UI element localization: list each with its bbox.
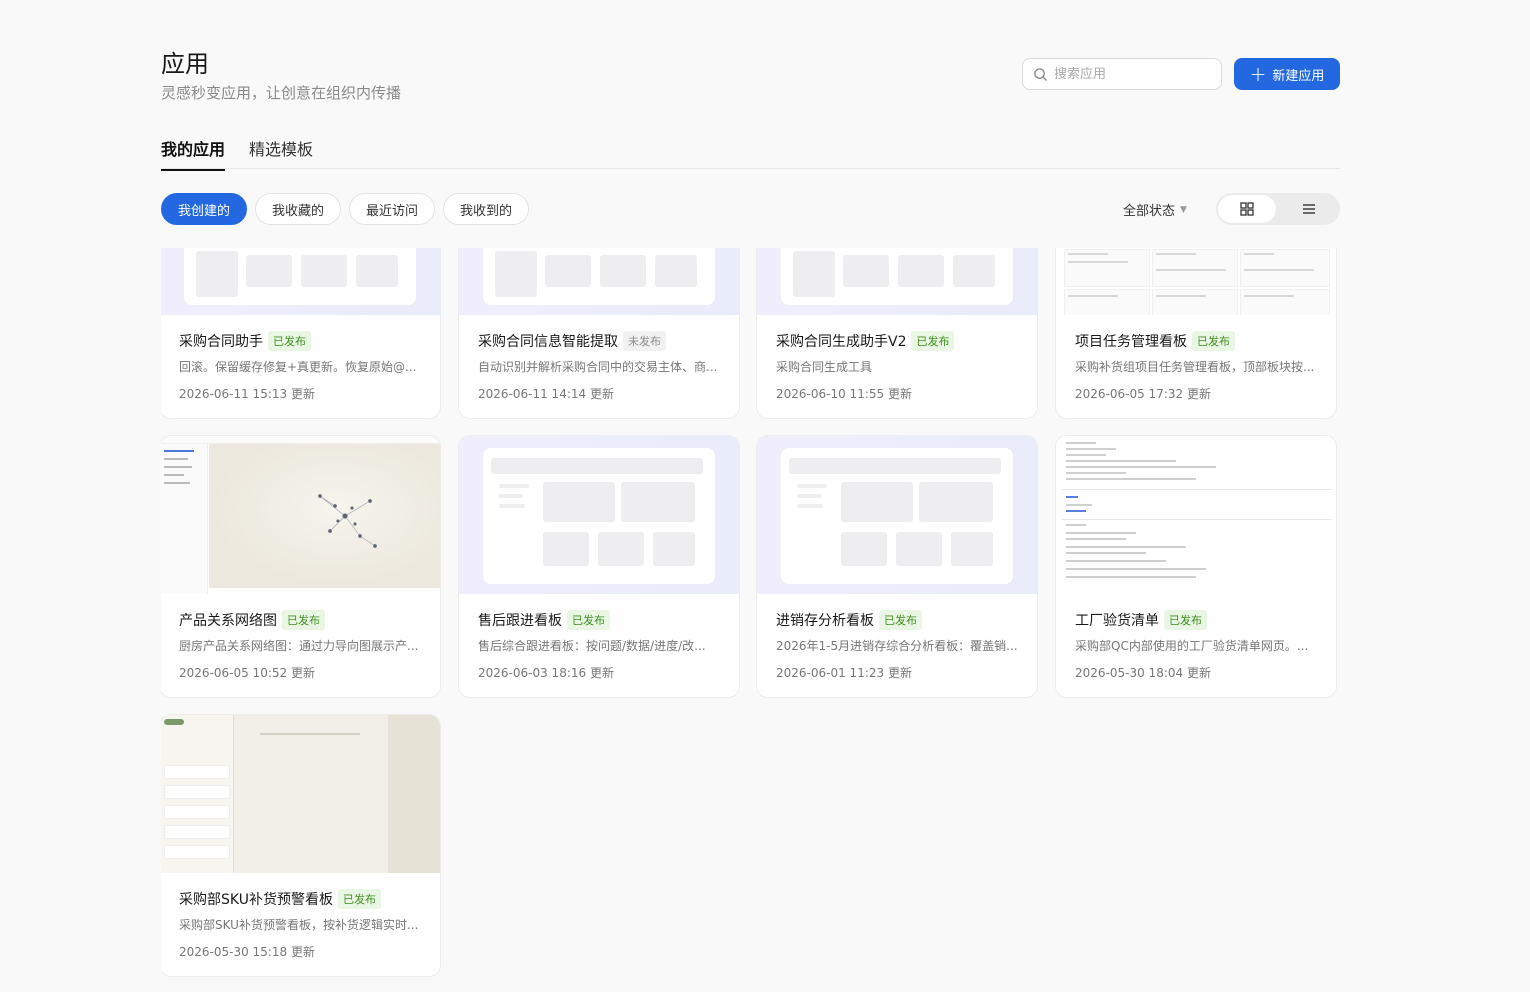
app-card[interactable]: 进销存分析看板 已发布 2026年1-5月进销存综合分析看板：覆盖销... 20… (756, 435, 1038, 698)
status-dropdown-label: 全部状态 (1123, 204, 1176, 219)
app-description: 采购部QC内部使用的工厂验货清单网页。... (1075, 639, 1309, 653)
app-thumbnail (459, 248, 739, 315)
app-thumbnail (1056, 248, 1336, 315)
chevron-down-icon: ▼ (1180, 204, 1187, 215)
view-toggle (1216, 193, 1340, 225)
page-subtitle: 灵感秒变应用，让创意在组织内传播 (161, 84, 402, 102)
app-updated-time: 2026-06-05 17:32 更新 (1075, 387, 1211, 401)
app-thumbnail (757, 436, 1037, 594)
app-thumbnail (757, 248, 1037, 315)
status-badge: 已发布 (1164, 610, 1207, 630)
app-card[interactable]: 采购合同信息智能提取 未发布 自动识别并解析采购合同中的交易主体、商... 20… (458, 248, 740, 419)
app-updated-time: 2026-06-03 18:16 更新 (478, 666, 614, 680)
status-badge: 已发布 (567, 610, 610, 630)
filter-recent[interactable]: 最近访问 (349, 193, 436, 225)
app-name: 采购合同助手 (179, 334, 263, 350)
app-thumbnail (161, 248, 440, 315)
app-updated-time: 2026-06-11 14:14 更新 (478, 387, 614, 401)
plus-icon: + (1249, 62, 1267, 86)
status-badge: 已发布 (282, 610, 325, 630)
app-description: 采购补货组项目任务管理看板，顶部板块按... (1075, 360, 1315, 374)
tab-featured-templates[interactable]: 精选模板 (249, 136, 313, 169)
filter-created-by-me[interactable]: 我创建的 (161, 193, 248, 225)
app-card[interactable]: 采购合同助手 已发布 回滚。保留缓存修复+真更新。恢复原始@... 2026-0… (161, 248, 441, 419)
list-view-button[interactable] (1280, 195, 1338, 223)
app-name: 采购合同信息智能提取 (478, 334, 618, 350)
app-name: 采购部SKU补货预警看板 (179, 892, 333, 908)
grid-view-button[interactable] (1218, 195, 1276, 223)
search-icon (1034, 67, 1047, 81)
filter-received[interactable]: 我收到的 (443, 193, 530, 225)
status-badge: 未发布 (623, 331, 666, 351)
app-card[interactable]: 售后跟进看板 已发布 售后综合跟进看板：按问题/数据/进度/改... 2026-… (458, 435, 740, 698)
status-badge: 已发布 (268, 331, 311, 351)
list-icon (1303, 204, 1315, 214)
app-grid: 采购合同助手 已发布 回滚。保留缓存修复+真更新。恢复原始@... 2026-0… (161, 248, 1340, 992)
app-name: 采购合同生成助手V2 (776, 334, 907, 350)
app-description: 回滚。保留缓存修复+真更新。恢复原始@... (179, 360, 417, 374)
filter-chips: 我创建的 我收藏的 最近访问 我收到的 (161, 193, 530, 225)
status-badge: 已发布 (911, 331, 955, 351)
status-dropdown[interactable]: 全部状态 ▼ (1123, 200, 1187, 219)
new-app-label: 新建应用 (1272, 68, 1325, 84)
app-card[interactable]: 采购合同生成助手V2 已发布 采购合同生成工具 2026-06-10 11:55… (756, 248, 1038, 419)
app-updated-time: 2026-06-01 11:23 更新 (776, 666, 912, 680)
app-name: 售后跟进看板 (478, 613, 562, 629)
app-description: 采购部SKU补货预警看板，按补货逻辑实时... (179, 918, 419, 932)
status-badge: 已发布 (879, 610, 922, 630)
app-name: 产品关系网络图 (179, 613, 277, 629)
app-description: 自动识别并解析采购合同中的交易主体、商... (478, 360, 718, 374)
app-card[interactable]: 项目任务管理看板 已发布 采购补货组项目任务管理看板，顶部板块按... 2026… (1055, 248, 1337, 419)
app-name: 项目任务管理看板 (1075, 334, 1187, 350)
page-title: 应用 (161, 50, 209, 78)
app-card[interactable]: 工厂验货清单 已发布 采购部QC内部使用的工厂验货清单网页。... 2026-0… (1055, 435, 1337, 698)
app-name: 工厂验货清单 (1075, 613, 1159, 629)
app-card[interactable]: 产品关系网络图 已发布 厨房产品关系网络图：通过力导向图展示产... 2026-… (161, 435, 441, 698)
app-description: 采购合同生成工具 (776, 360, 873, 374)
status-badge: 已发布 (1192, 331, 1235, 351)
app-thumbnail (161, 715, 440, 873)
app-updated-time: 2026-06-11 15:13 更新 (179, 387, 315, 401)
grid-icon (1240, 202, 1254, 216)
app-thumbnail (1056, 436, 1336, 594)
filter-favorites[interactable]: 我收藏的 (255, 193, 342, 225)
app-description: 售后综合跟进看板：按问题/数据/进度/改... (478, 639, 706, 653)
app-updated-time: 2026-05-30 18:04 更新 (1075, 666, 1211, 680)
app-thumbnail (161, 436, 440, 594)
search-input[interactable] (1054, 66, 1214, 82)
tab-my-apps[interactable]: 我的应用 (161, 136, 226, 171)
app-updated-time: 2026-05-30 15:18 更新 (179, 945, 315, 959)
tab-bar: 我的应用 精选模板 (161, 136, 1340, 171)
search-box[interactable] (1022, 58, 1222, 90)
app-card[interactable]: 采购部SKU补货预警看板 已发布 采购部SKU补货预警看板，按补货逻辑实时...… (161, 714, 441, 977)
new-app-button[interactable]: + 新建应用 (1234, 58, 1340, 90)
status-badge: 已发布 (337, 889, 381, 909)
app-description: 厨房产品关系网络图：通过力导向图展示产... (179, 639, 419, 653)
app-updated-time: 2026-06-10 11:55 更新 (776, 387, 912, 401)
app-name: 进销存分析看板 (776, 613, 874, 629)
app-updated-time: 2026-06-05 10:52 更新 (179, 666, 315, 680)
app-thumbnail (459, 436, 739, 594)
app-description: 2026年1-5月进销存综合分析看板：覆盖销... (776, 639, 1018, 653)
